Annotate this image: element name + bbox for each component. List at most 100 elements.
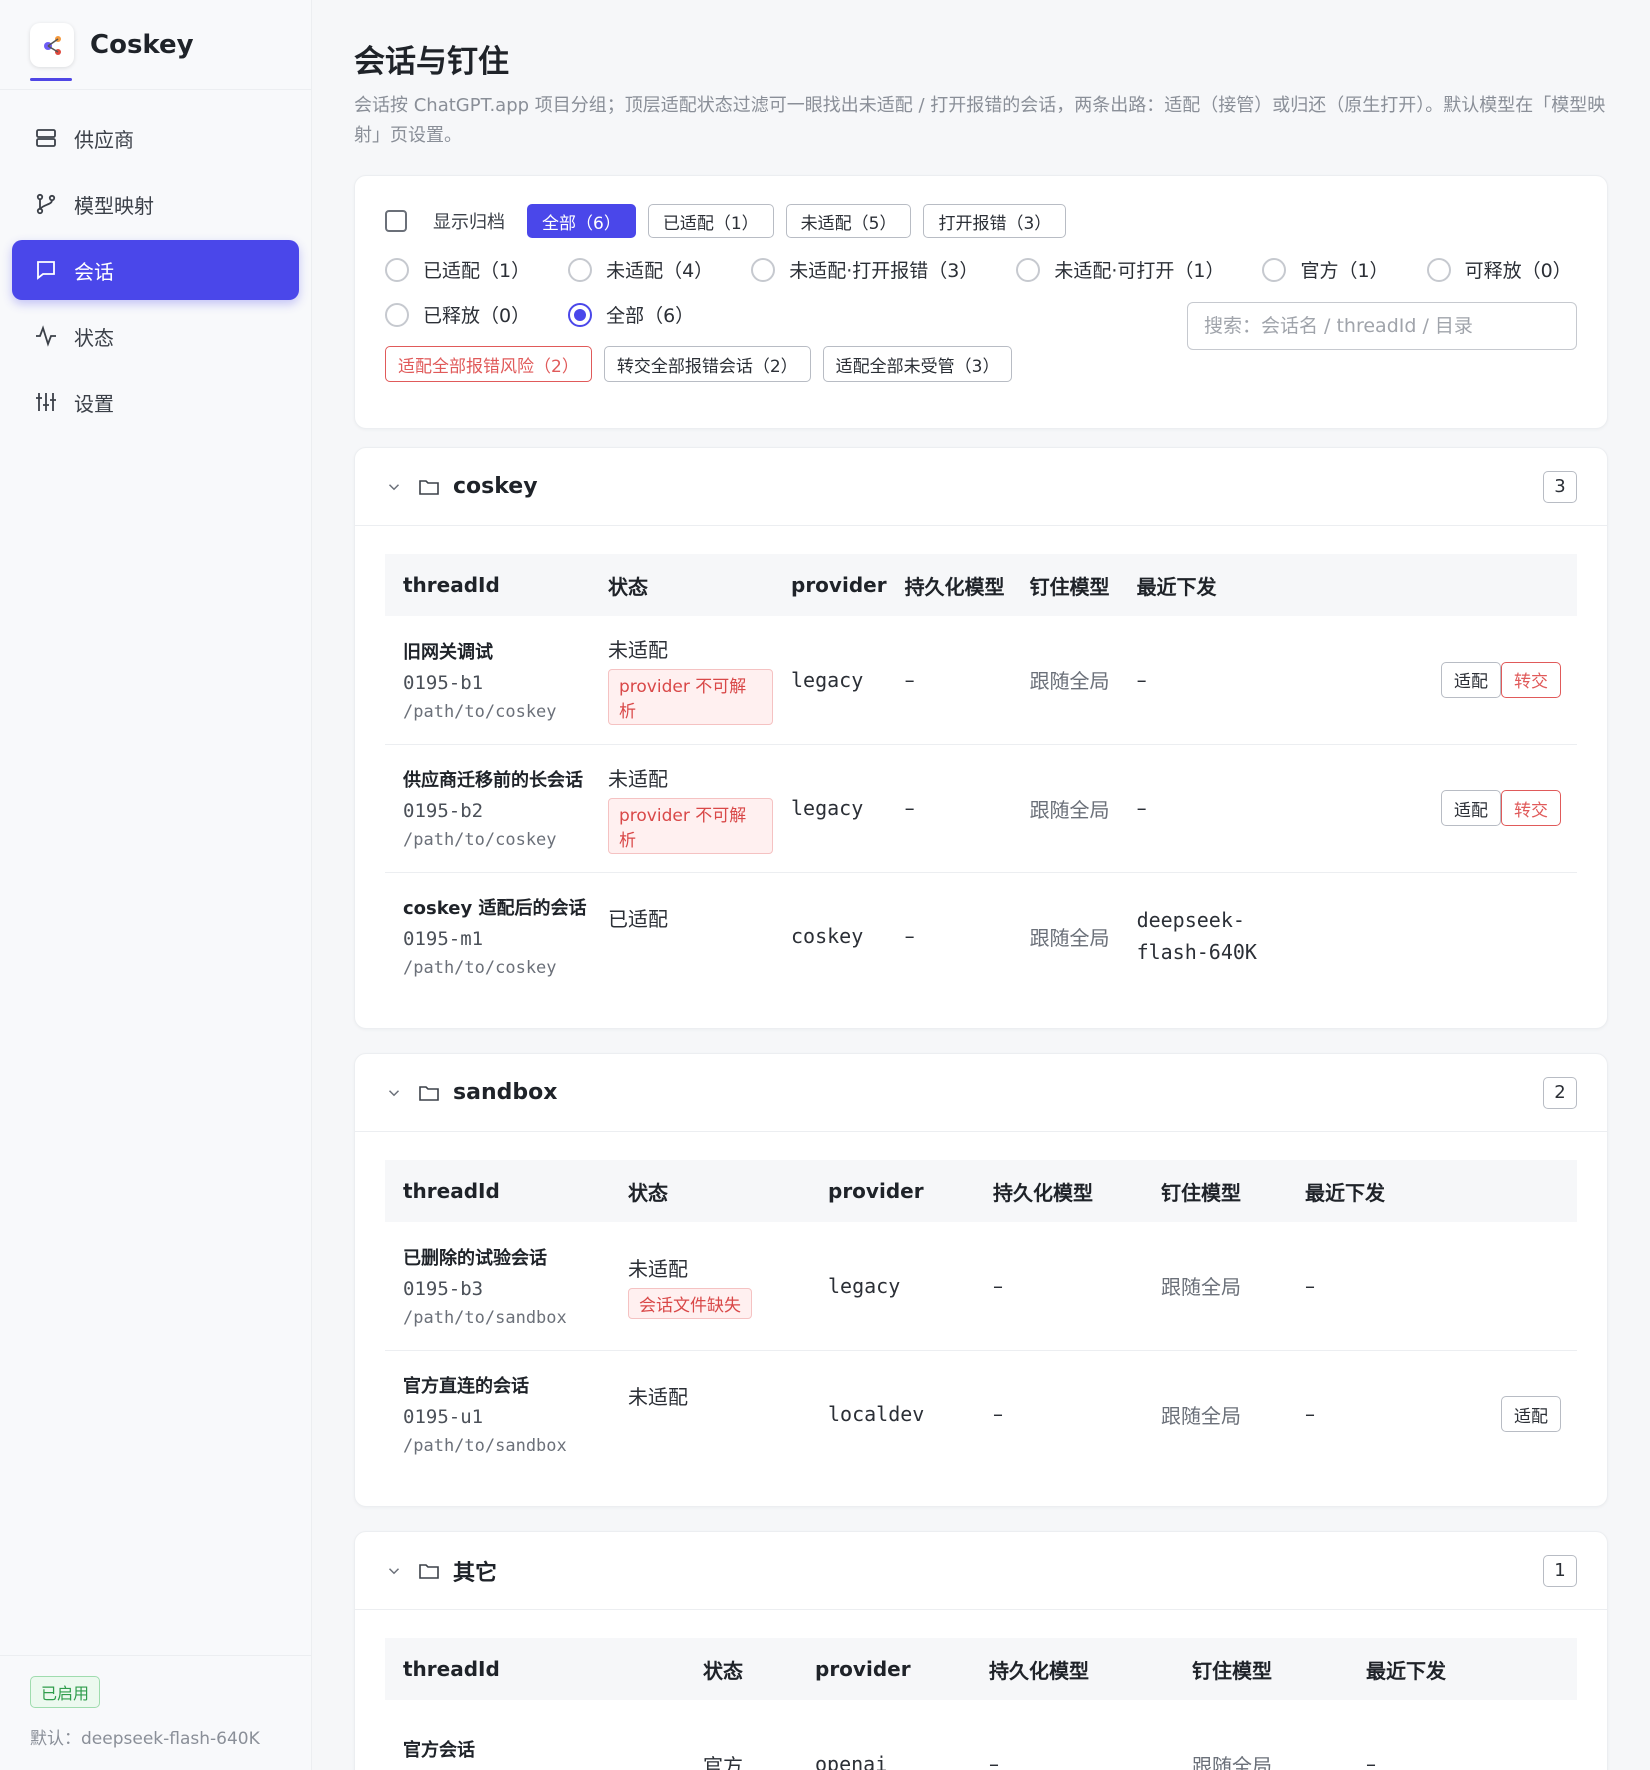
status-badge: 会话文件缺失 bbox=[628, 1287, 752, 1319]
sidebar-item-providers[interactable]: 供应商 bbox=[12, 108, 299, 168]
thread-id: 0195-u1 bbox=[403, 1406, 484, 1429]
persist-model-cell: – bbox=[904, 667, 915, 692]
status-badge: provider 不可解析 bbox=[608, 669, 773, 726]
table-row: 官方会话0195-o1 官方 openai – 跟随全局 – bbox=[385, 1700, 1577, 1770]
recent-cell: – bbox=[1118, 743, 1309, 872]
sidebar-item-model-mapping[interactable]: 模型映射 bbox=[12, 174, 299, 234]
sessions-table: threadId 状态 provider 持久化模型 钉住模型 最近下发 已删除… bbox=[385, 1160, 1577, 1478]
persist-model-cell: – bbox=[993, 1273, 1003, 1298]
radio-released[interactable]: 已释放（0） bbox=[385, 301, 530, 328]
session-path: /path/to/coskey bbox=[403, 701, 557, 722]
coskey-logo bbox=[30, 22, 74, 67]
folder-icon bbox=[419, 1085, 439, 1101]
radio-unadapted-openable[interactable]: 未适配·可打开（1） bbox=[1016, 256, 1224, 283]
status-text: 已适配 bbox=[608, 906, 668, 931]
group-count-badge: 2 bbox=[1543, 1076, 1577, 1109]
table-row: coskey 适配后的会话 0195-m1/path/to/coskey 已适配 … bbox=[385, 871, 1577, 1000]
group-sandbox: sandbox 2 threadId 状态 provider 持久化模型 钉住模… bbox=[354, 1053, 1608, 1507]
sidebar-item-label: 设置 bbox=[74, 391, 114, 416]
col-header: threadId bbox=[403, 1657, 500, 1681]
group-header[interactable]: coskey 3 bbox=[355, 448, 1607, 526]
folder-icon bbox=[419, 1563, 439, 1579]
status-text: 未适配 bbox=[608, 766, 668, 791]
group-header[interactable]: sandbox 2 bbox=[355, 1054, 1607, 1132]
transfer-button[interactable]: 转交 bbox=[1501, 661, 1561, 698]
sidebar-nav: 供应商 模型映射 会话 状态 设置 bbox=[0, 90, 311, 432]
col-header: provider bbox=[828, 1179, 924, 1203]
adapt-button[interactable]: 适配 bbox=[1441, 661, 1501, 698]
adapt-button[interactable]: 适配 bbox=[1501, 1396, 1561, 1433]
col-header: 钉住模型 bbox=[1192, 1658, 1272, 1683]
pinned-model-cell: 跟随全局 bbox=[1011, 871, 1119, 1000]
sidebar: Coskey 供应商 模型映射 会话 状态 设置 已启用 默认：deepseek… bbox=[0, 0, 312, 1770]
col-header: 最近下发 bbox=[1136, 574, 1217, 599]
bulk-transfer-error-button[interactable]: 转交全部报错会话（2） bbox=[603, 346, 811, 382]
status-text: 官方 bbox=[703, 1753, 743, 1770]
col-header: 状态 bbox=[608, 574, 648, 599]
chip-all[interactable]: 全部（6） bbox=[527, 204, 636, 238]
recent-cell: – bbox=[1136, 667, 1147, 692]
app-name: Coskey bbox=[90, 29, 194, 60]
page-title: 会话与钉住 bbox=[354, 44, 509, 80]
col-header: 钉住模型 bbox=[1161, 1180, 1241, 1205]
col-header: 持久化模型 bbox=[904, 574, 1005, 599]
sessions-table: threadId 状态 provider 持久化模型 钉住模型 最近下发 旧网关… bbox=[385, 554, 1577, 1000]
sidebar-footer: 已启用 默认：deepseek-flash-640K bbox=[0, 1655, 312, 1770]
thread-id: 0195-b2 bbox=[403, 800, 484, 822]
radio-unadapted[interactable]: 未适配（4） bbox=[568, 256, 713, 283]
pinned-model-cell: 跟随全局 bbox=[1011, 743, 1119, 872]
radio-official[interactable]: 官方（1） bbox=[1262, 256, 1389, 283]
group-name: coskey bbox=[453, 474, 538, 499]
search-input[interactable] bbox=[1187, 302, 1577, 350]
filter-card: 显示归档 全部（6） 已适配（1） 未适配（5） 打开报错（3） 已适配（1） … bbox=[354, 175, 1608, 429]
bulk-adapt-unmanaged-button[interactable]: 适配全部未受管（3） bbox=[822, 346, 1013, 382]
provider-cell: localdev bbox=[810, 1349, 975, 1478]
chip-unadapted[interactable]: 未适配（5） bbox=[785, 204, 912, 238]
session-name: 官方直连的会话 bbox=[403, 1376, 529, 1398]
show-archived-checkbox[interactable] bbox=[385, 210, 407, 232]
folder-icon bbox=[419, 479, 439, 495]
pinned-model-cell: 跟随全局 bbox=[1161, 1275, 1241, 1300]
chevron-down-icon[interactable] bbox=[385, 478, 403, 496]
group-header[interactable]: 其它 1 bbox=[355, 1532, 1607, 1610]
recent-cell: – bbox=[1366, 1752, 1376, 1770]
status-text: 未适配 bbox=[628, 1256, 688, 1281]
session-name: 旧网关调试 bbox=[403, 641, 493, 663]
radio-releasable[interactable]: 可释放（0） bbox=[1426, 256, 1572, 283]
recent-cell: deepseek- flash-640K bbox=[1118, 871, 1309, 1000]
adapt-button[interactable]: 适配 bbox=[1441, 790, 1501, 826]
persist-model-cell: – bbox=[975, 1349, 1143, 1478]
radio-unadapted-open-error[interactable]: 未适配·打开报错（3） bbox=[751, 256, 978, 283]
col-header: threadId bbox=[403, 1179, 500, 1203]
server-icon bbox=[36, 129, 56, 147]
sidebar-item-settings[interactable]: 设置 bbox=[12, 372, 299, 432]
page-description: 会话按 ChatGPT.app 项目分组；顶层适配状态过滤可一眼找出未适配 / … bbox=[354, 95, 1606, 146]
thread-id: 0195-b1 bbox=[403, 671, 484, 694]
radio-all[interactable]: 全部（6） bbox=[568, 301, 694, 328]
chevron-down-icon[interactable] bbox=[385, 1562, 403, 1580]
session-path: /path/to/sandbox bbox=[403, 1436, 567, 1457]
session-path: /path/to/coskey bbox=[403, 958, 557, 979]
col-header: 最近下发 bbox=[1366, 1658, 1446, 1683]
col-header: 状态 bbox=[703, 1658, 743, 1683]
chevron-down-icon[interactable] bbox=[385, 1084, 403, 1102]
thread-id: 0195-m1 bbox=[403, 928, 484, 951]
pinned-model-cell: 跟随全局 bbox=[1143, 1349, 1287, 1478]
recent-cell: – bbox=[1305, 1273, 1315, 1298]
default-model-text: 默认：deepseek-flash-640K bbox=[30, 1729, 260, 1749]
session-name: coskey 适配后的会话 bbox=[403, 898, 587, 920]
sidebar-item-sessions[interactable]: 会话 bbox=[12, 240, 299, 300]
sidebar-item-label: 供应商 bbox=[74, 127, 134, 152]
chip-adapted[interactable]: 已适配（1） bbox=[647, 204, 774, 238]
transfer-button[interactable]: 转交 bbox=[1501, 790, 1561, 826]
group-count-badge: 1 bbox=[1543, 1554, 1577, 1587]
chip-open-error[interactable]: 打开报错（3） bbox=[923, 204, 1067, 238]
col-header: 持久化模型 bbox=[993, 1180, 1093, 1205]
thread-id: 0195-b3 bbox=[403, 1277, 484, 1300]
session-name: 供应商迁移前的长会话 bbox=[403, 770, 583, 791]
bulk-adapt-error-risk-button[interactable]: 适配全部报错风险（2） bbox=[385, 346, 592, 382]
table-row: 官方直连的会话 0195-u1/path/to/sandbox 未适配 local… bbox=[385, 1349, 1577, 1478]
col-header: 钉住模型 bbox=[1029, 574, 1110, 599]
radio-adapted[interactable]: 已适配（1） bbox=[385, 256, 530, 283]
sidebar-item-status[interactable]: 状态 bbox=[12, 306, 299, 366]
